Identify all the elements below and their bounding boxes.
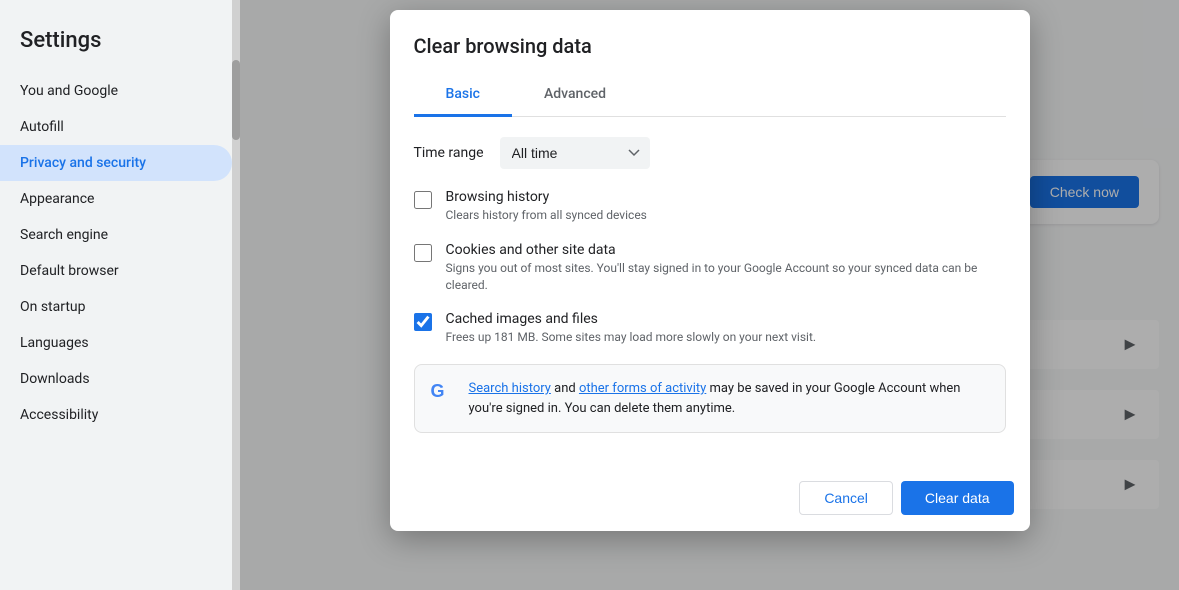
sidebar-item-on-startup[interactable]: On startup — [0, 289, 232, 325]
sidebar-scrollbar[interactable] — [232, 0, 240, 590]
dialog-body: Time range Last hour Last 24 hours Last … — [390, 117, 1030, 473]
google-g-icon: G — [431, 381, 455, 405]
clear-browsing-data-dialog: Clear browsing data Basic Advanced Time … — [390, 10, 1030, 531]
main-content: re Check now ► ► ► Clear browsing data B… — [240, 0, 1179, 590]
sidebar-item-search-engine[interactable]: Search engine — [0, 217, 232, 253]
info-box-text: Search history and other forms of activi… — [469, 379, 989, 418]
sidebar-item-languages[interactable]: Languages — [0, 325, 232, 361]
tab-advanced[interactable]: Advanced — [512, 74, 638, 117]
cookies-label[interactable]: Cookies and other site data Signs you ou… — [446, 242, 1006, 294]
sidebar: Settings You and Google Autofill Privacy… — [0, 0, 240, 590]
dialog-title: Clear browsing data — [414, 34, 1006, 58]
browsing-history-checkbox[interactable] — [414, 191, 432, 209]
cookies-checkbox[interactable] — [414, 244, 432, 262]
sidebar-scrollbar-thumb — [232, 60, 240, 140]
sidebar-item-downloads[interactable]: Downloads — [0, 361, 232, 397]
dialog-footer: Cancel Clear data — [390, 473, 1030, 531]
sidebar-item-appearance[interactable]: Appearance — [0, 181, 232, 217]
checkbox-browsing-history: Browsing history Clears history from all… — [414, 189, 1006, 224]
browsing-history-label[interactable]: Browsing history Clears history from all… — [446, 189, 647, 224]
tab-basic[interactable]: Basic — [414, 74, 512, 117]
cancel-button[interactable]: Cancel — [799, 481, 893, 515]
other-forms-link[interactable]: other forms of activity — [579, 381, 706, 396]
sidebar-title: Settings — [0, 20, 240, 73]
time-range-select[interactable]: Last hour Last 24 hours Last 7 days Last… — [500, 137, 650, 169]
sidebar-item-default-browser[interactable]: Default browser — [0, 253, 232, 289]
time-range-label: Time range — [414, 145, 484, 161]
sidebar-item-you-and-google[interactable]: You and Google — [0, 73, 232, 109]
sidebar-item-autofill[interactable]: Autofill — [0, 109, 232, 145]
search-history-link[interactable]: Search history — [469, 381, 551, 396]
clear-data-button[interactable]: Clear data — [901, 481, 1014, 515]
dialog-tabs: Basic Advanced — [414, 74, 1006, 117]
sidebar-item-accessibility[interactable]: Accessibility — [0, 397, 232, 433]
sidebar-item-privacy-security[interactable]: Privacy and security — [0, 145, 232, 181]
dialog-overlay: Clear browsing data Basic Advanced Time … — [240, 0, 1179, 590]
dialog-header: Clear browsing data Basic Advanced — [390, 10, 1030, 117]
cached-images-checkbox[interactable] — [414, 313, 432, 331]
checkbox-cookies: Cookies and other site data Signs you ou… — [414, 242, 1006, 294]
google-account-info-box: G Search history and other forms of acti… — [414, 364, 1006, 433]
checkbox-cached-images: Cached images and files Frees up 181 MB.… — [414, 311, 1006, 346]
cached-images-label[interactable]: Cached images and files Frees up 181 MB.… — [446, 311, 817, 346]
time-range-row: Time range Last hour Last 24 hours Last … — [414, 137, 1006, 169]
